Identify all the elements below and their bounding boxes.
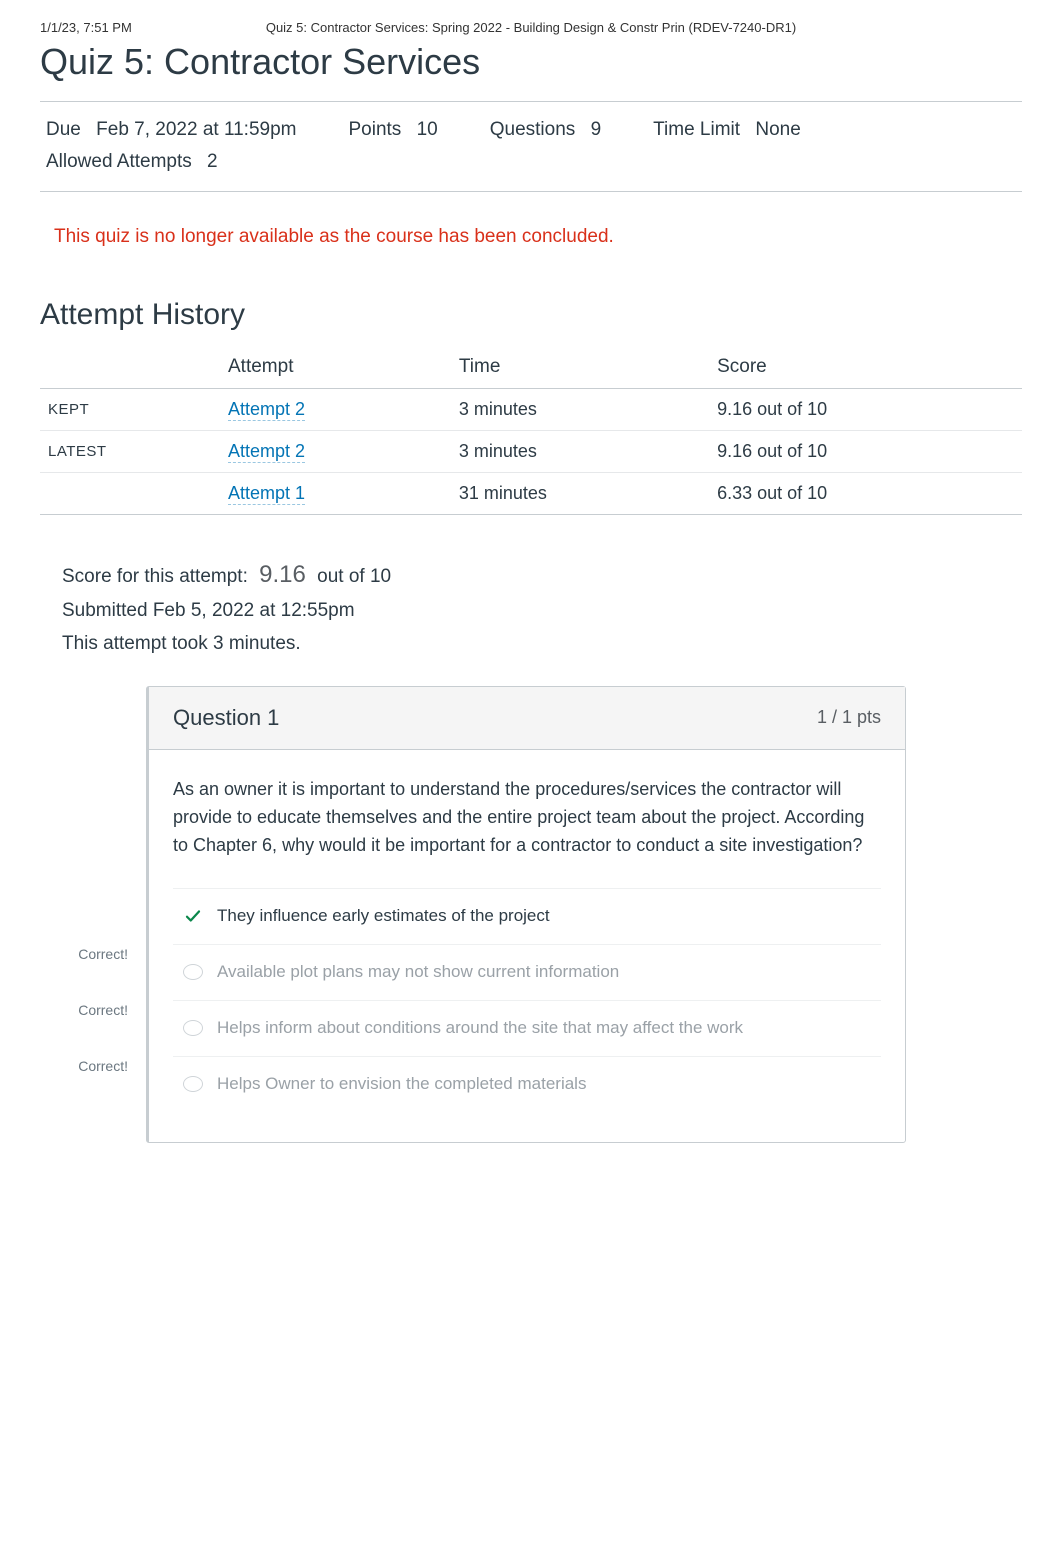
- meta-time-limit-value: None: [755, 119, 800, 140]
- page-title: Quiz 5: Contractor Services: [40, 41, 1022, 83]
- check-icon: [183, 906, 203, 926]
- meta-due-value: Feb 7, 2022 at 11:59pm: [96, 119, 296, 140]
- score-label: Score for this attempt:: [62, 566, 248, 587]
- answer-option: Available plot plans may not show curren…: [173, 944, 881, 1000]
- gutter-correct-label: Correct!: [40, 926, 136, 982]
- print-doc-title: Quiz 5: Contractor Services: Spring 2022…: [200, 20, 862, 35]
- meta-allowed-attempts: Allowed Attempts 2: [46, 146, 218, 178]
- gutter-correct-label: Correct!: [40, 982, 136, 1038]
- meta-points-label: Points: [349, 119, 402, 140]
- answer-option: Helps Owner to envision the completed ma…: [173, 1056, 881, 1112]
- meta-points-value: 10: [417, 119, 438, 140]
- duration-line: This attempt took 3 minutes.: [62, 628, 1022, 660]
- radio-icon: [183, 1076, 203, 1092]
- attempt-link[interactable]: Attempt 2: [228, 441, 305, 463]
- row-tag: LATEST: [40, 430, 220, 472]
- meta-time-limit-label: Time Limit: [653, 119, 740, 140]
- question-header: Question 1 1 / 1 pts: [149, 687, 905, 750]
- meta-time-limit: Time Limit None: [653, 114, 801, 146]
- meta-questions: Questions 9: [490, 114, 601, 146]
- meta-questions-value: 9: [591, 119, 602, 140]
- meta-due-label: Due: [46, 119, 81, 140]
- quiz-closed-notice: This quiz is no longer available as the …: [54, 226, 1022, 248]
- table-row: LATEST Attempt 2 3 minutes 9.16 out of 1…: [40, 430, 1022, 472]
- meta-allowed-attempts-label: Allowed Attempts: [46, 151, 192, 172]
- row-tag: [40, 472, 220, 514]
- answer-text: Helps Owner to envision the completed ma…: [217, 1074, 871, 1094]
- row-tag: KEPT: [40, 388, 220, 430]
- answer-text: Available plot plans may not show curren…: [217, 962, 871, 982]
- print-header: 1/1/23, 7:51 PM Quiz 5: Contractor Servi…: [40, 20, 1022, 35]
- score-value: 9.16: [253, 561, 312, 588]
- attempt-link[interactable]: Attempt 2: [228, 399, 305, 421]
- row-score: 9.16 out of 10: [709, 388, 1022, 430]
- row-time: 31 minutes: [451, 472, 709, 514]
- row-score: 9.16 out of 10: [709, 430, 1022, 472]
- meta-allowed-attempts-value: 2: [207, 151, 218, 172]
- table-row: KEPT Attempt 2 3 minutes 9.16 out of 10: [40, 388, 1022, 430]
- question-card: Question 1 1 / 1 pts As an owner it is i…: [146, 686, 906, 1143]
- attempt-summary: Score for this attempt: 9.16 out of 10 S…: [62, 555, 1022, 660]
- col-tag: [40, 346, 220, 389]
- radio-icon: [183, 1020, 203, 1036]
- attempt-history-table: Attempt Time Score KEPT Attempt 2 3 minu…: [40, 346, 1022, 515]
- answer-gutter: Correct! Correct! Correct!: [40, 686, 136, 1173]
- question-points: 1 / 1 pts: [817, 707, 881, 728]
- row-time: 3 minutes: [451, 430, 709, 472]
- answer-option: They influence early estimates of the pr…: [173, 888, 881, 944]
- row-time: 3 minutes: [451, 388, 709, 430]
- col-attempt: Attempt: [220, 346, 451, 389]
- meta-points: Points 10: [349, 114, 438, 146]
- answer-text: They influence early estimates of the pr…: [217, 906, 871, 926]
- row-score: 6.33 out of 10: [709, 472, 1022, 514]
- answer-list: They influence early estimates of the pr…: [173, 888, 881, 1112]
- print-timestamp: 1/1/23, 7:51 PM: [40, 20, 200, 35]
- gutter-correct-label: Correct!: [40, 1038, 136, 1094]
- submitted-line: Submitted Feb 5, 2022 at 12:55pm: [62, 595, 1022, 627]
- answer-text: Helps inform about conditions around the…: [217, 1018, 871, 1038]
- question-title: Question 1: [173, 705, 279, 731]
- attempt-history-heading: Attempt History: [40, 298, 1022, 332]
- quiz-meta-bar: Due Feb 7, 2022 at 11:59pm Points 10 Que…: [40, 101, 1022, 192]
- score-suffix: out of 10: [317, 566, 391, 587]
- answer-option: Helps inform about conditions around the…: [173, 1000, 881, 1056]
- attempt-link[interactable]: Attempt 1: [228, 483, 305, 505]
- gutter-empty: [40, 1094, 136, 1150]
- meta-due: Due Feb 7, 2022 at 11:59pm: [46, 114, 297, 146]
- question-text: As an owner it is important to understan…: [173, 776, 881, 860]
- meta-questions-label: Questions: [490, 119, 576, 140]
- col-time: Time: [451, 346, 709, 389]
- table-row: Attempt 1 31 minutes 6.33 out of 10: [40, 472, 1022, 514]
- radio-icon: [183, 964, 203, 980]
- col-score: Score: [709, 346, 1022, 389]
